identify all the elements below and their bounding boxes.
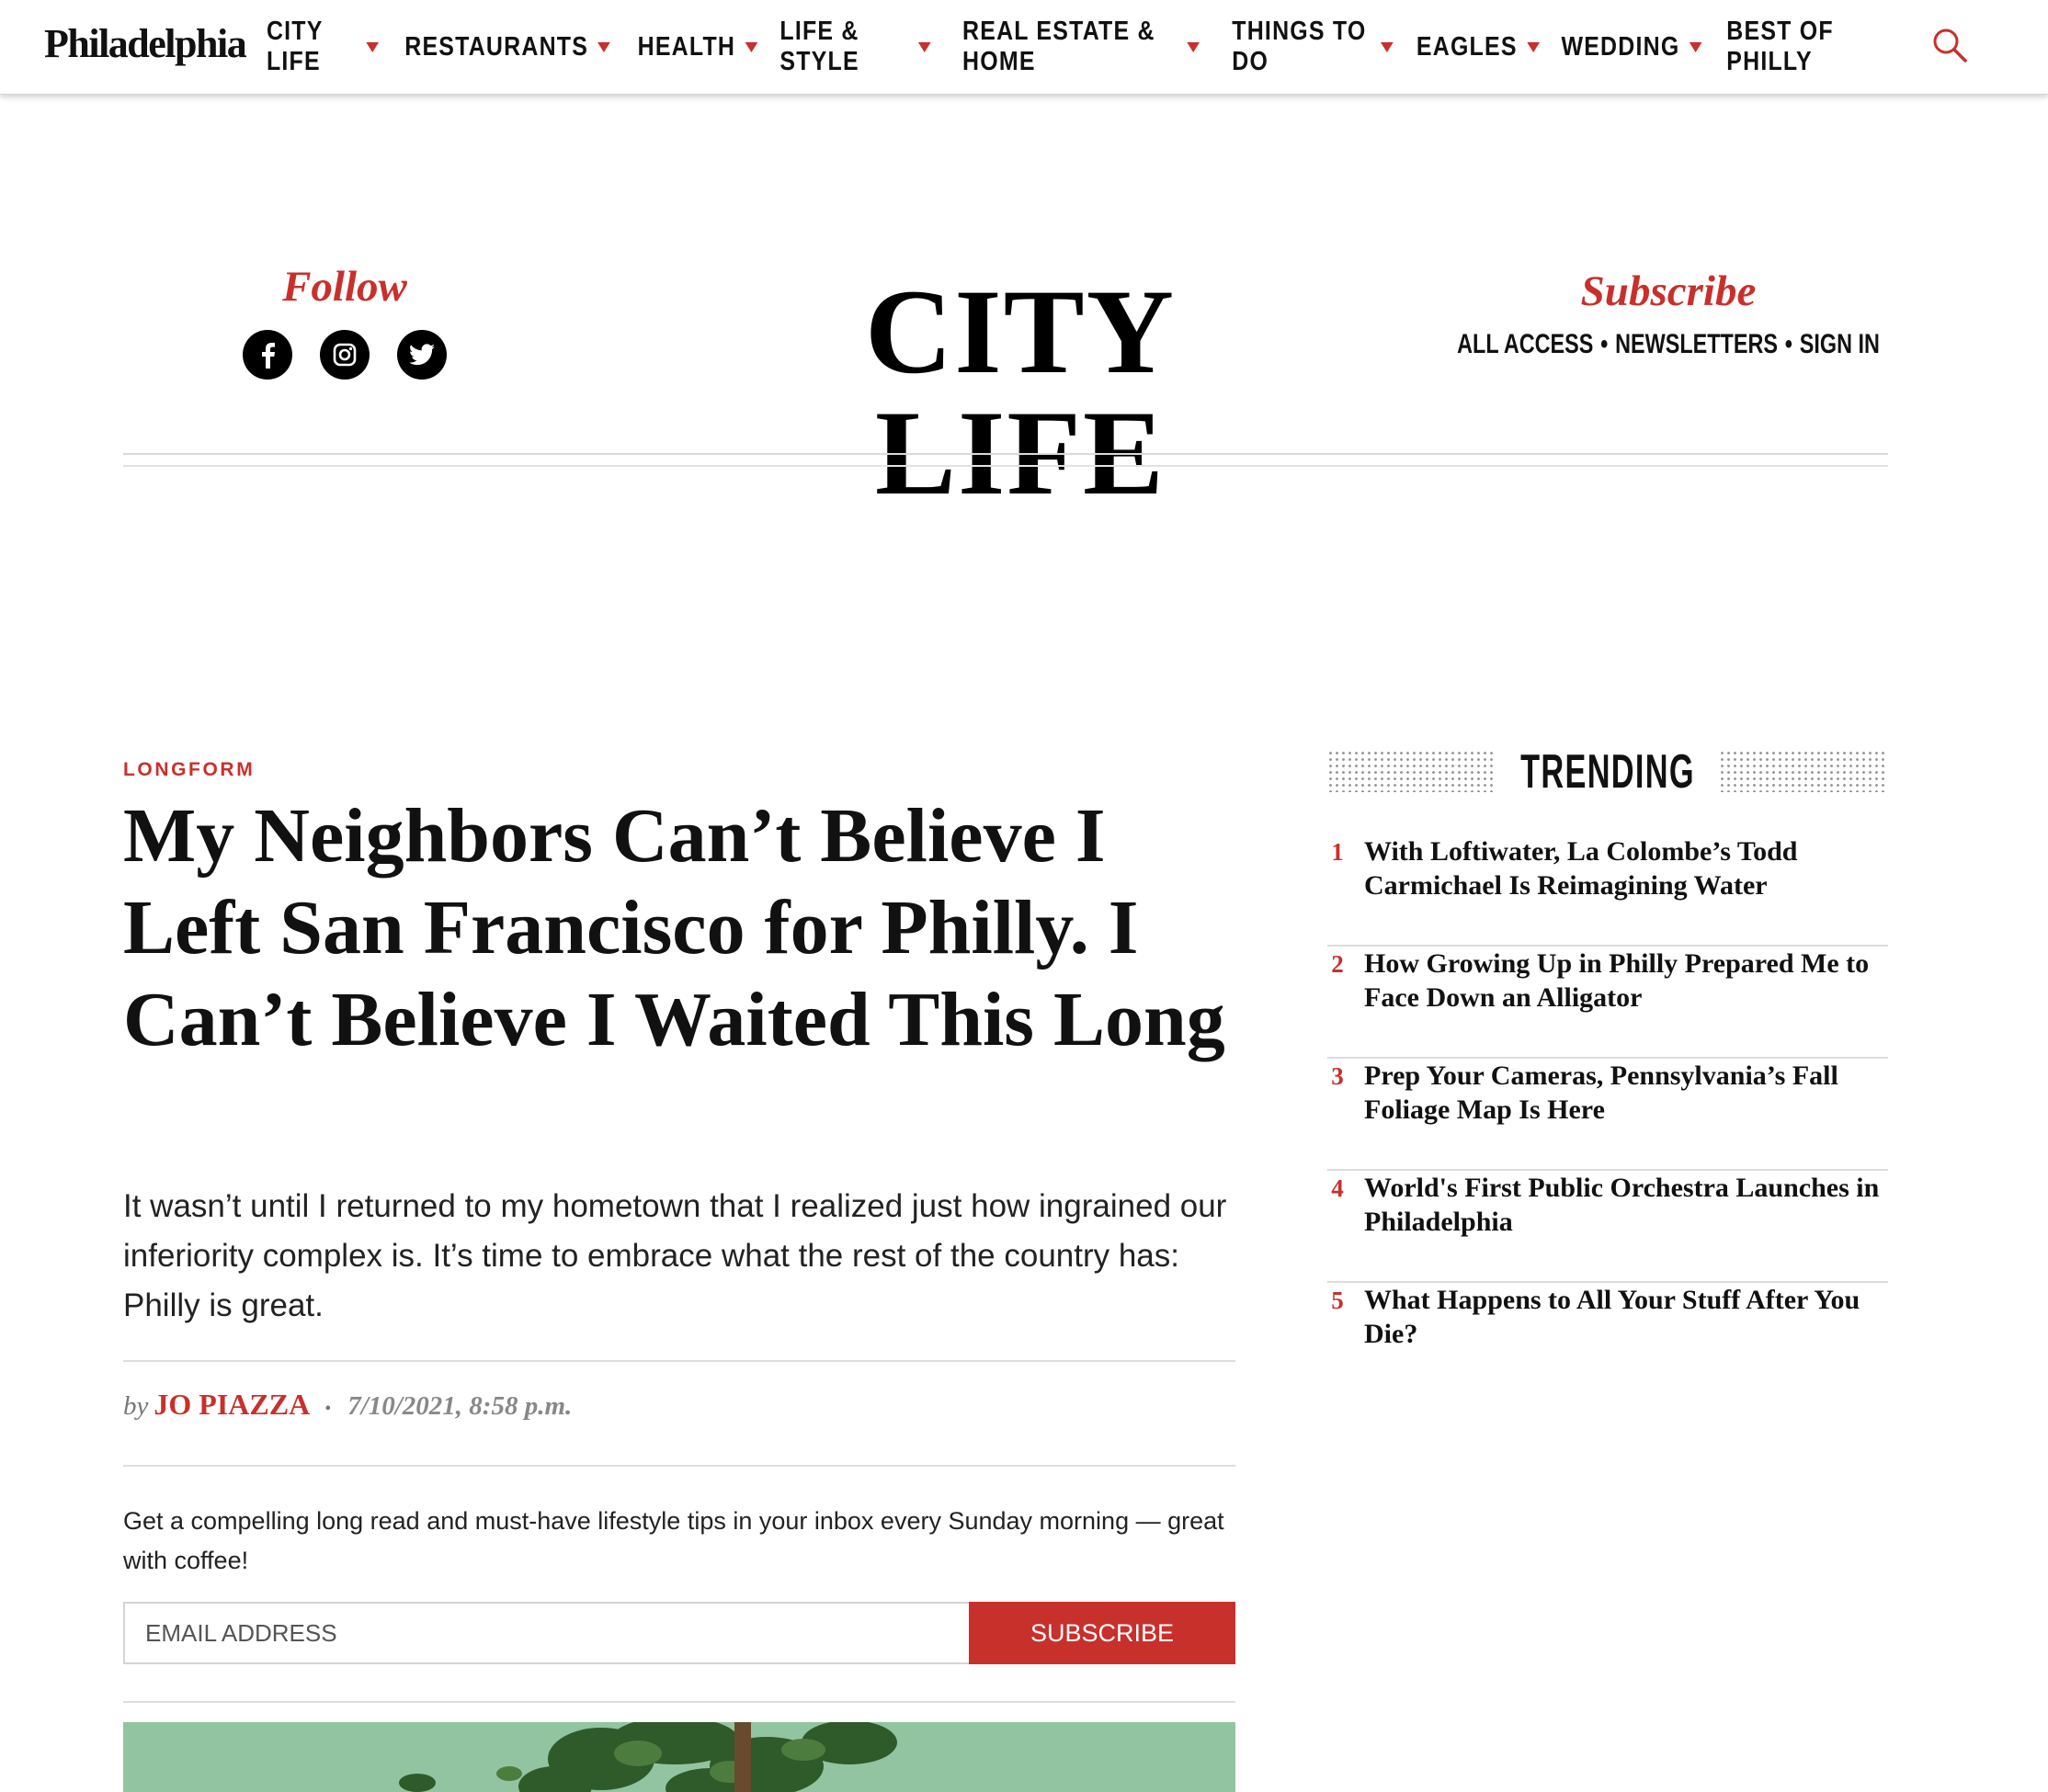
nav-item-label: THINGS TO DO [1232,17,1367,76]
nav-item-eagles[interactable]: EAGLES [1417,31,1541,62]
separator-dot: • [324,1399,332,1419]
twitter-link[interactable] [397,330,447,380]
facebook-icon [262,343,275,369]
facebook-link[interactable] [243,330,292,380]
separator-dot: • [1784,329,1792,359]
nav-item-label: CITY LIFE [266,17,324,76]
trending-title-link[interactable]: With Loftiwater, La Colombe’s Todd Carmi… [1364,834,1888,902]
trending-rank: 3 [1331,1062,1344,1090]
caret-down-icon [917,41,931,52]
divider [123,1360,1235,1362]
caret-down-icon [1187,41,1200,52]
search-icon [1933,28,1967,62]
trending-rank: 2 [1331,950,1344,978]
nav-item-label: WEDDING [1561,31,1680,62]
nav-item-label: RESTAURANTS [404,31,589,62]
newsletter-promo: Get a compelling long read and must-have… [123,1507,1224,1574]
newsletter-signup-form: SUBSCRIBE [123,1602,1235,1664]
nav-item-health[interactable]: HEALTH [637,32,757,62]
article-category[interactable]: LONGFORM [123,759,255,781]
trending-item[interactable]: 2 How Growing Up in Philly Prepared Me t… [1327,947,1888,1059]
trending-item[interactable]: 3 Prep Your Cameras, Pennsylvania’s Fall… [1327,1059,1888,1171]
account-links: ALL ACCESS • NEWSLETTERS • SIGN IN [1457,329,1880,360]
trending-title-link[interactable]: World's First Public Orchestra Launches … [1364,1171,1888,1239]
hero-image [123,1722,1235,1792]
trending-item[interactable]: 5 What Happens to All Your Stuff After Y… [1327,1283,1888,1393]
main-menu: CITY LIFE RESTAURANTS HEALTH LIFE & STYL… [257,0,1901,94]
divider [123,1701,1235,1703]
trending-rank: 1 [1331,838,1344,866]
trending-rank: 5 [1331,1287,1344,1314]
caret-down-icon [1527,41,1541,52]
nav-item-real-estate-home[interactable]: REAL ESTATE & HOME [962,17,1200,77]
nav-item-life-style[interactable]: LIFE & STYLE [779,17,931,77]
search-button[interactable] [1930,26,1971,66]
caret-down-icon [597,41,611,52]
article-headline: My Neighbors Can’t Believe I Left San Fr… [123,793,1225,1062]
site-logo[interactable]: Philadelphia [44,20,247,67]
social-links [230,330,460,380]
byline: by JO PIAZZA • 7/10/2021, 8:58 p.m. [123,1388,572,1422]
trending-title-link[interactable]: What Happens to All Your Stuff After You… [1364,1283,1888,1351]
nav-item-restaurants[interactable]: RESTAURANTS [405,32,611,62]
section-title: CITY LIFE [864,264,1177,520]
publish-date: 7/10/2021, 8:58 p.m. [347,1391,573,1421]
nav-item-things-to-do[interactable]: THINGS TO DO [1233,17,1394,77]
nav-item-best-of-philly[interactable]: BEST OF PHILLY [1726,17,1887,77]
all-access-link[interactable]: ALL ACCESS [1457,329,1593,360]
email-input[interactable] [123,1602,969,1664]
divider [123,1465,1235,1467]
follow-block: Follow [230,262,460,380]
article-dek: It wasn’t until I returned to my hometow… [123,1188,1227,1323]
nav-item-city-life[interactable]: CITY LIFE [266,17,380,77]
divider [123,453,1888,455]
sign-in-link[interactable]: SIGN IN [1800,329,1880,360]
twitter-icon [409,344,435,366]
trending-title-link[interactable]: How Growing Up in Philly Prepared Me to … [1364,947,1888,1015]
divider [123,465,1888,467]
trending-rank: 4 [1331,1174,1344,1202]
newsletters-link[interactable]: NEWSLETTERS [1615,329,1778,360]
caret-down-icon [1689,41,1702,52]
trending-list: 1 With Loftiwater, La Colombe’s Todd Car… [1327,834,1888,1393]
subscribe-block: Subscribe ALL ACCESS • NEWSLETTERS • SIG… [1457,267,1880,360]
subscribe-button[interactable]: SUBSCRIBE [969,1602,1235,1664]
follow-label: Follow [282,263,407,311]
trending-item[interactable]: 1 With Loftiwater, La Colombe’s Todd Car… [1327,834,1888,947]
dot-pattern [1719,750,1888,792]
nav-item-label: REAL ESTATE & HOME [961,17,1155,76]
nav-item-wedding[interactable]: WEDDING [1562,32,1702,62]
caret-down-icon [1381,41,1394,52]
nav-item-label: BEST OF PHILLY [1726,17,1834,76]
trending-header: TRENDING [1327,746,1888,798]
tree-illustration [123,1722,1235,1792]
top-navigation: Philadelphia CITY LIFE RESTAURANTS HEALT… [0,0,2048,95]
author-link[interactable]: JO PIAZZA [154,1388,310,1422]
trending-title-link[interactable]: Prep Your Cameras, Pennsylvania’s Fall F… [1364,1059,1888,1127]
nav-item-label: EAGLES [1417,31,1519,62]
caret-down-icon [745,41,757,52]
subscribe-link[interactable]: Subscribe [1462,267,1875,316]
instagram-icon [333,343,357,367]
caret-down-icon [366,41,380,52]
nav-item-label: LIFE & STYLE [779,17,859,76]
byline-prefix: by [123,1391,149,1421]
instagram-link[interactable] [320,330,370,380]
nav-item-label: HEALTH [637,31,735,62]
separator-dot: • [1600,329,1609,359]
trending-item[interactable]: 4 World's First Public Orchestra Launche… [1327,1171,1888,1283]
